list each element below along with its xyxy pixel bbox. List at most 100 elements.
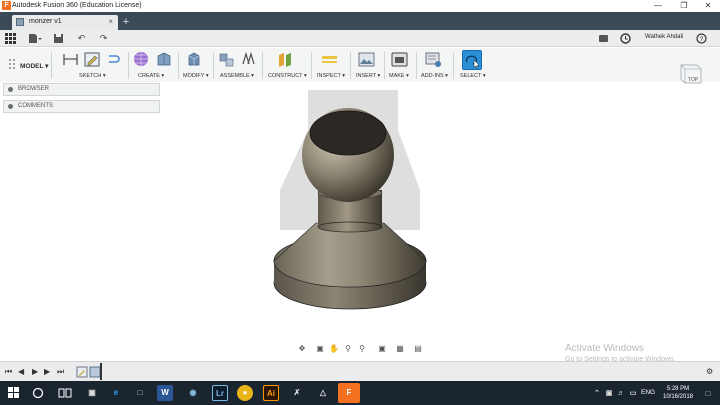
- extrude-icon[interactable]: [155, 51, 172, 68]
- comments-label: COMMENTS: [18, 103, 53, 109]
- clock-time: 5:28 PM: [666, 386, 690, 392]
- timeline-previous-icon[interactable]: ◀: [18, 367, 24, 376]
- notifications-icon[interactable]: □: [702, 386, 714, 398]
- chrome-icon[interactable]: ●: [237, 385, 253, 401]
- select-menu[interactable]: SELECT ▾: [460, 73, 486, 79]
- sketch-menu[interactable]: SKETCH ▾: [79, 73, 106, 79]
- store-icon[interactable]: □: [132, 385, 148, 401]
- workspace-grip-icon: [9, 59, 15, 69]
- close-window-icon[interactable]: ✕: [696, 0, 720, 12]
- workspace-label: MODEL ▾: [20, 63, 49, 70]
- press-pull-icon[interactable]: [185, 51, 202, 68]
- job-status-icon[interactable]: [598, 33, 609, 44]
- windows-taskbar: ▣ e □ W ◉ Lr ● Ai ✗ △ F ⌃ ▣ ♬ ▭ ENG 5:28…: [0, 381, 720, 405]
- fusion-app-icon: F: [2, 1, 11, 10]
- edge-browser-icon[interactable]: e: [108, 385, 124, 401]
- construct-menu[interactable]: CONSTRUCT ▾: [268, 73, 307, 79]
- orbit-icon[interactable]: ✥: [297, 344, 307, 354]
- insert-image-icon[interactable]: [358, 51, 375, 68]
- save-icon[interactable]: [53, 33, 64, 44]
- new-component-icon[interactable]: [218, 51, 235, 68]
- pan-icon[interactable]: ✋: [329, 344, 339, 354]
- timeline-settings-icon[interactable]: ⚙: [706, 367, 713, 376]
- joint-icon[interactable]: [240, 51, 257, 68]
- redo-icon[interactable]: ↷: [98, 33, 109, 44]
- illustrator-icon[interactable]: Ai: [263, 385, 279, 401]
- new-tab-button[interactable]: +: [120, 15, 132, 29]
- addins-menu[interactable]: ADD-INS ▾: [421, 73, 448, 79]
- file-menu-icon[interactable]: [28, 33, 42, 44]
- select-tool-button[interactable]: [462, 50, 482, 70]
- ribbon-separator: [213, 52, 214, 79]
- ribbon-separator: [311, 52, 312, 79]
- help-icon[interactable]: ?: [696, 33, 707, 44]
- clock-history-icon[interactable]: [620, 33, 631, 44]
- view-cube-graphic: TOP: [680, 64, 702, 84]
- ribbon-separator: [453, 52, 454, 79]
- document-tab[interactable]: monzer v1 ×: [12, 15, 118, 30]
- display-settings-icon[interactable]: ▣: [377, 344, 387, 354]
- timeline-marker[interactable]: [100, 363, 102, 380]
- model-viewport[interactable]: [260, 85, 440, 325]
- app-icon-generic[interactable]: ◉: [185, 385, 201, 401]
- measure-icon[interactable]: [321, 51, 338, 68]
- timeline-last-icon[interactable]: ⏭: [57, 367, 64, 377]
- tray-chevron-icon[interactable]: ⌃: [592, 386, 602, 398]
- window-title-bar: F Autodesk Fusion 360 (Education License…: [0, 0, 720, 12]
- viewports-icon[interactable]: ▤: [413, 344, 423, 354]
- volume-icon[interactable]: ♬: [616, 386, 626, 398]
- maximize-icon[interactable]: ❐: [672, 0, 696, 12]
- system-clock[interactable]: 5:28 PM 10/16/2018: [660, 385, 696, 401]
- 3d-print-icon[interactable]: [391, 51, 408, 68]
- create-form-icon[interactable]: [133, 51, 150, 68]
- grid-settings-icon[interactable]: ▦: [395, 344, 405, 354]
- modify-menu[interactable]: MODIFY ▾: [183, 73, 209, 79]
- line-tool-icon[interactable]: [62, 51, 79, 68]
- battery-icon[interactable]: ▭: [628, 386, 638, 398]
- browser-panel[interactable]: BROWSER: [3, 83, 160, 96]
- svg-text:?: ?: [700, 36, 704, 43]
- select-cursor-icon: [465, 55, 480, 69]
- browser-toggle-icon[interactable]: [8, 87, 13, 92]
- network-icon[interactable]: ▣: [604, 386, 614, 398]
- minimize-icon[interactable]: —: [646, 0, 670, 12]
- zoom-window-icon[interactable]: ⚲: [343, 344, 353, 354]
- comments-panel[interactable]: COMMENTS: [3, 100, 160, 113]
- close-tab-icon[interactable]: ×: [108, 17, 113, 26]
- toolbar-ribbon: MODEL ▾ SKETCH ▾ CREATE ▾ MODIFY ▾ ASSEM…: [0, 48, 720, 82]
- create-sketch-icon[interactable]: [84, 51, 101, 68]
- model-top-face: [309, 110, 387, 156]
- arc-tool-icon[interactable]: [106, 51, 123, 68]
- app-icon-tools[interactable]: ✗: [289, 385, 305, 401]
- windows-start-icon[interactable]: [8, 387, 20, 399]
- cortana-search-icon[interactable]: [32, 387, 44, 399]
- fusion-taskbar-icon[interactable]: F: [338, 383, 360, 403]
- user-name[interactable]: Wathek Ahdali: [645, 34, 683, 40]
- inspect-menu[interactable]: INSPECT ▾: [317, 73, 345, 79]
- look-at-icon[interactable]: ▣: [315, 344, 325, 354]
- assemble-menu[interactable]: ASSEMBLE ▾: [220, 73, 254, 79]
- insert-menu[interactable]: INSERT ▾: [356, 73, 380, 79]
- ribbon-separator: [416, 52, 417, 79]
- create-menu[interactable]: CREATE ▾: [138, 73, 164, 79]
- timeline-play-icon[interactable]: ▶: [32, 367, 38, 376]
- language-indicator[interactable]: ENG: [641, 389, 655, 396]
- comments-toggle-icon[interactable]: [8, 104, 13, 109]
- timeline-sketch-feature-icon[interactable]: [76, 366, 88, 378]
- zoom-icon[interactable]: ⚲: [357, 344, 367, 354]
- file-explorer-icon[interactable]: ▣: [84, 385, 100, 401]
- task-view-icon[interactable]: [58, 387, 72, 399]
- lightroom-icon[interactable]: Lr: [212, 385, 228, 401]
- make-menu[interactable]: MAKE ▾: [389, 73, 409, 79]
- workspace-switcher[interactable]: MODEL ▾: [4, 52, 52, 78]
- scripts-addins-icon[interactable]: [425, 51, 442, 68]
- document-tab-label: monzer v1: [29, 18, 62, 25]
- apps-grid-icon[interactable]: [5, 33, 16, 44]
- view-cube[interactable]: TOP: [676, 61, 704, 87]
- undo-icon[interactable]: ↶: [76, 33, 87, 44]
- word-icon[interactable]: W: [157, 385, 173, 401]
- timeline-next-icon[interactable]: ▶: [44, 367, 50, 376]
- photos-icon[interactable]: △: [315, 385, 331, 401]
- timeline-first-icon[interactable]: ⏮: [5, 367, 12, 377]
- offset-plane-icon[interactable]: [277, 51, 294, 68]
